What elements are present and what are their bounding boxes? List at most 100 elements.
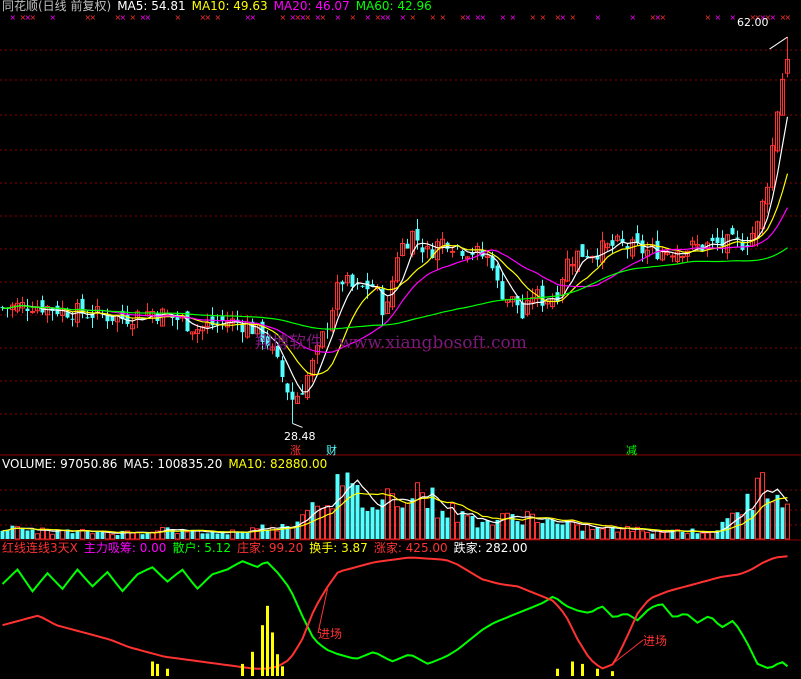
huanshou-label: 换手: 3.87 bbox=[309, 541, 368, 555]
volume-bar bbox=[520, 524, 525, 539]
candle-body bbox=[500, 281, 505, 300]
indicator-header: 红线连线3天X 主力吸筹: 0.00 散户: 5.12 庄家: 99.20 换手: 3.… bbox=[2, 541, 534, 555]
volume-bar bbox=[410, 498, 415, 539]
volume-bar bbox=[60, 529, 65, 540]
volume-bar bbox=[475, 527, 480, 539]
high-price-label: 62.00 bbox=[737, 16, 769, 29]
entry-pointer bbox=[612, 639, 644, 665]
marker-zhang: 涨 bbox=[290, 444, 301, 457]
volume-bar bbox=[295, 521, 300, 539]
accumulation-bar bbox=[251, 651, 254, 676]
volume-bar bbox=[260, 524, 265, 539]
signal-x-mark: × bbox=[530, 13, 537, 22]
candle-body bbox=[715, 237, 720, 243]
signal-x-mark: × bbox=[175, 13, 182, 22]
volume-bar bbox=[575, 524, 580, 540]
volume-bar bbox=[360, 507, 365, 539]
signal-x-mark: × bbox=[305, 13, 312, 22]
volume-bar bbox=[630, 530, 635, 540]
volume-bar bbox=[215, 533, 220, 539]
volume-bar bbox=[780, 507, 785, 539]
candle-body bbox=[555, 292, 560, 302]
signal-x-mark: × bbox=[465, 13, 472, 22]
candle-body bbox=[495, 265, 500, 281]
entry-label-1: 进场 bbox=[318, 627, 343, 641]
volume-bar bbox=[465, 515, 470, 540]
volume-bar bbox=[325, 505, 330, 540]
signal-x-mark: × bbox=[730, 13, 737, 22]
signal-x-mark: × bbox=[90, 13, 97, 22]
candle-body bbox=[520, 302, 525, 319]
accumulation-bar bbox=[281, 666, 284, 676]
volume-bar bbox=[70, 533, 75, 539]
volume-bar bbox=[515, 521, 520, 539]
candle-body bbox=[415, 228, 420, 241]
signal-x-mark: × bbox=[430, 13, 437, 22]
signal-x-mark: × bbox=[660, 13, 667, 22]
volume-bar bbox=[375, 509, 380, 539]
candle-body bbox=[350, 274, 355, 287]
candle-body bbox=[70, 318, 75, 320]
volume-bar bbox=[75, 530, 80, 539]
volume-ma10-label: MA10: 82880.00 bbox=[228, 457, 328, 471]
signal-x-mark: × bbox=[570, 13, 577, 22]
volume-bar bbox=[10, 525, 15, 539]
signal-x-mark: × bbox=[560, 13, 567, 22]
volume-bar bbox=[445, 517, 450, 539]
accumulation-bar bbox=[166, 668, 169, 676]
volume-bar bbox=[435, 517, 440, 540]
volume-bar bbox=[570, 520, 575, 540]
volume-bar bbox=[385, 488, 390, 540]
volume-bar bbox=[660, 531, 665, 540]
volume-bar bbox=[565, 520, 570, 539]
volume-bar bbox=[755, 477, 760, 540]
signal-x-mark: × bbox=[280, 13, 287, 22]
signal-x-mark: × bbox=[410, 13, 417, 22]
volume-bar bbox=[300, 514, 305, 540]
indicator-name: 红线连线3天X bbox=[2, 541, 78, 555]
volume-bar bbox=[500, 513, 505, 540]
signal-x-mark: × bbox=[120, 13, 127, 22]
ma60-label: MA60: 42.96 bbox=[355, 0, 432, 13]
ma5-label: MA5: 54.81 bbox=[117, 0, 186, 13]
volume-bar bbox=[365, 510, 370, 539]
volume-bar bbox=[620, 528, 625, 540]
volume-bar bbox=[290, 527, 295, 540]
signal-x-mark: × bbox=[145, 13, 152, 22]
volume-label: VOLUME: 97050.86 bbox=[2, 457, 118, 471]
volume-bar bbox=[585, 523, 590, 540]
volume-bar bbox=[20, 528, 25, 539]
volume-bar bbox=[400, 507, 405, 539]
volume-bar bbox=[175, 533, 180, 540]
volume-bar bbox=[245, 532, 250, 539]
candle-body bbox=[105, 315, 110, 322]
accumulation-bar bbox=[556, 668, 559, 676]
volume-bar bbox=[225, 534, 230, 539]
signal-x-mark: × bbox=[770, 13, 777, 22]
volume-bar bbox=[185, 531, 190, 540]
sanhu-line bbox=[1, 560, 789, 669]
candle-body bbox=[285, 383, 290, 393]
accumulation-bar bbox=[266, 605, 269, 676]
volume-bar bbox=[420, 492, 425, 540]
volume-bar bbox=[470, 516, 475, 539]
entry-label-2: 进场 bbox=[643, 634, 668, 648]
volume-bar bbox=[35, 533, 40, 540]
marker-cai: 财 bbox=[326, 444, 337, 457]
volume-bar bbox=[95, 531, 100, 539]
zhuangjia-label: 庄家: 99.20 bbox=[237, 541, 304, 555]
diejia-label: 跌家: 282.00 bbox=[453, 541, 528, 555]
candle-body bbox=[290, 391, 295, 400]
candle-body bbox=[25, 308, 30, 312]
candle-body bbox=[300, 393, 305, 395]
volume-bar bbox=[85, 530, 90, 539]
volume-bar bbox=[50, 533, 55, 540]
zlxc-label: 主力吸筹: 0.00 bbox=[83, 541, 167, 555]
accumulation-bar bbox=[241, 663, 244, 676]
volume-bar bbox=[415, 482, 420, 540]
ma20-label: MA20: 46.07 bbox=[273, 0, 350, 13]
accumulation-bar bbox=[596, 668, 599, 676]
volume-bar bbox=[350, 483, 355, 539]
main-title: 同花顺(日线 前复权) bbox=[2, 0, 112, 13]
volume-bar bbox=[555, 523, 560, 539]
